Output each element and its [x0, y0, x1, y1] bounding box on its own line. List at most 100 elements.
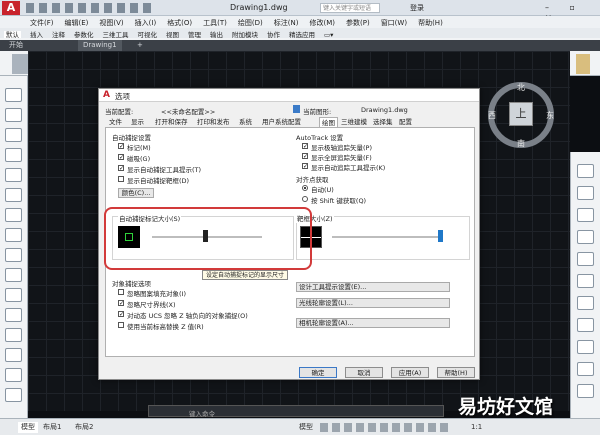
tab-user-preferences[interactable]: 用户系统配置 — [262, 117, 301, 127]
checkbox[interactable]: ✓ — [118, 300, 124, 306]
fillet-tool-icon[interactable] — [577, 340, 594, 354]
annotation-scale[interactable]: 1:1 — [468, 422, 485, 433]
document-tabs: 开始 Drawing1 + — [0, 40, 600, 51]
menu-item[interactable]: 窗口(W) — [381, 19, 407, 27]
checkbox[interactable]: ✓ — [302, 163, 308, 169]
copy-tool-icon[interactable] — [577, 186, 594, 200]
gradient-tool-icon[interactable] — [5, 328, 22, 342]
viewcube-top-face[interactable]: 上 — [509, 102, 533, 126]
tab-drawing1[interactable]: Drawing1 — [78, 40, 122, 51]
menu-item[interactable]: 参数(P) — [346, 19, 370, 27]
tab-new[interactable]: + — [132, 40, 148, 51]
ribbon-tab-row: 默认插入注释参数化三维工具可视化视图管理输出附加模块协作精选应用▭▾ — [0, 28, 600, 38]
tab-files[interactable]: 文件 — [109, 117, 122, 127]
radio-button[interactable] — [302, 196, 308, 202]
text-tool-icon[interactable] — [5, 368, 22, 382]
radio-button[interactable] — [302, 185, 308, 191]
view-cube[interactable]: 上 北 南 东 西 — [476, 74, 566, 154]
tab-profiles[interactable]: 配置 — [399, 117, 412, 127]
compass-east[interactable]: 东 — [546, 110, 554, 121]
command-input[interactable]: 键入命令 — [189, 408, 215, 418]
compass-north[interactable]: 北 — [517, 82, 525, 93]
tab-3d-modeling[interactable]: 三维建模 — [341, 117, 367, 127]
menu-item[interactable]: 工具(T) — [203, 19, 227, 27]
add-tool-icon[interactable] — [5, 388, 22, 402]
menu-item[interactable]: 绘图(D) — [238, 19, 263, 27]
apply-button[interactable]: 应用(A) — [391, 367, 429, 378]
ok-button[interactable]: 确定 — [299, 367, 337, 378]
dialog-logo-icon: A — [103, 90, 110, 100]
scale-tool-icon[interactable] — [577, 252, 594, 266]
menu-item[interactable]: 视图(V) — [99, 19, 123, 27]
menu-item[interactable]: 格式(O) — [167, 19, 192, 27]
compass-west[interactable]: 西 — [488, 110, 496, 121]
layout-tab-layout2[interactable]: 布局2 — [72, 422, 96, 433]
point-tool-icon[interactable] — [5, 308, 22, 322]
design-tooltip-settings-button[interactable]: 设计工具提示设置(E)... — [296, 282, 450, 292]
polyline-tool-icon[interactable] — [5, 108, 22, 122]
checkbox[interactable]: ✓ — [118, 165, 124, 171]
aperture-size-track[interactable] — [332, 236, 442, 238]
line-tool-icon[interactable] — [5, 88, 22, 102]
array-tool-icon[interactable] — [577, 362, 594, 376]
block-tool-icon[interactable] — [5, 348, 22, 362]
menu-item[interactable]: 标注(N) — [274, 19, 299, 27]
hatch-tool-icon[interactable] — [5, 248, 22, 262]
checkbox-label: 对动态 UCS 忽略 Z 轴负向的对象捕捉(O) — [127, 310, 248, 320]
dialog-title-bar: A 选项 — [99, 89, 479, 102]
drafting-panel: 自动捕捉设置 ✓标记(M)✓磁吸(G)✓显示自动捕捉工具提示(T)显示自动捕捉靶… — [105, 127, 475, 357]
aperture-size-slider-thumb[interactable] — [438, 230, 443, 242]
model-space-button[interactable]: 模型 — [296, 422, 316, 433]
checkbox[interactable]: ✓ — [302, 153, 308, 159]
rotate-tool-icon[interactable] — [577, 230, 594, 244]
region-tool-icon[interactable] — [5, 268, 22, 282]
compass-south[interactable]: 南 — [517, 138, 525, 149]
command-line[interactable]: 键入命令 — [148, 405, 444, 417]
current-drawing-value: Drawing1.dwg — [361, 106, 408, 114]
checkbox[interactable]: ✓ — [302, 143, 308, 149]
app-logo-icon[interactable]: A — [2, 1, 20, 15]
login-button[interactable]: 登录 — [410, 3, 424, 13]
tab-start[interactable]: 开始 — [4, 40, 28, 51]
checkbox[interactable] — [118, 322, 124, 328]
trim-tool-icon[interactable] — [577, 296, 594, 310]
tab-display[interactable]: 显示 — [131, 117, 144, 127]
menu-item[interactable]: 修改(M) — [309, 19, 335, 27]
arc-tool-icon[interactable] — [5, 148, 22, 162]
tab-selection[interactable]: 选择集 — [373, 117, 393, 127]
status-tool-icons[interactable] — [320, 423, 450, 432]
tab-system[interactable]: 系统 — [239, 117, 252, 127]
move-tool-icon[interactable] — [577, 208, 594, 222]
checkbox[interactable]: ✓ — [118, 311, 124, 317]
checkbox[interactable] — [118, 289, 124, 295]
cancel-button[interactable]: 取消 — [345, 367, 383, 378]
help-button[interactable]: 帮助(H) — [437, 367, 475, 378]
table-tool-icon[interactable] — [5, 288, 22, 302]
ellipse-tool-icon[interactable] — [5, 208, 22, 222]
quick-access-toolbar[interactable] — [26, 3, 156, 13]
search-input[interactable]: 键入关键字或短语 — [320, 3, 380, 13]
color-button[interactable]: 颜色(C)... — [118, 188, 154, 198]
layout-tab-model[interactable]: 模型 — [18, 422, 38, 433]
circle-tool-icon[interactable] — [5, 128, 22, 142]
menu-item[interactable]: 文件(F) — [30, 19, 54, 27]
tab-drafting[interactable]: 绘图 — [319, 117, 338, 127]
menu-item[interactable]: 插入(I) — [135, 19, 157, 27]
rectangle-tool-icon[interactable] — [5, 188, 22, 202]
menu-item[interactable]: 编辑(E) — [65, 19, 89, 27]
tab-plot-publish[interactable]: 打印和发布 — [197, 117, 230, 127]
menu-item[interactable]: 帮助(H) — [418, 19, 443, 27]
checkbox[interactable] — [118, 176, 124, 182]
checkbox[interactable]: ✓ — [118, 143, 124, 149]
spline-tool-icon[interactable] — [5, 228, 22, 242]
erase-tool-icon[interactable] — [577, 164, 594, 178]
extend-tool-icon[interactable] — [577, 318, 594, 332]
checkbox[interactable]: ✓ — [118, 154, 124, 160]
stretch-tool-icon[interactable] — [577, 274, 594, 288]
camera-glyph-settings-button[interactable]: 相机轮廓设置(A)... — [296, 318, 450, 328]
tab-open-save[interactable]: 打开和保存 — [155, 117, 188, 127]
light-glyph-settings-button[interactable]: 光线轮廓设置(L)... — [296, 298, 450, 308]
polygon-tool-icon[interactable] — [5, 168, 22, 182]
window-controls[interactable]: – ▫ × — [545, 3, 597, 13]
layout-tab-layout1[interactable]: 布局1 — [40, 422, 64, 433]
